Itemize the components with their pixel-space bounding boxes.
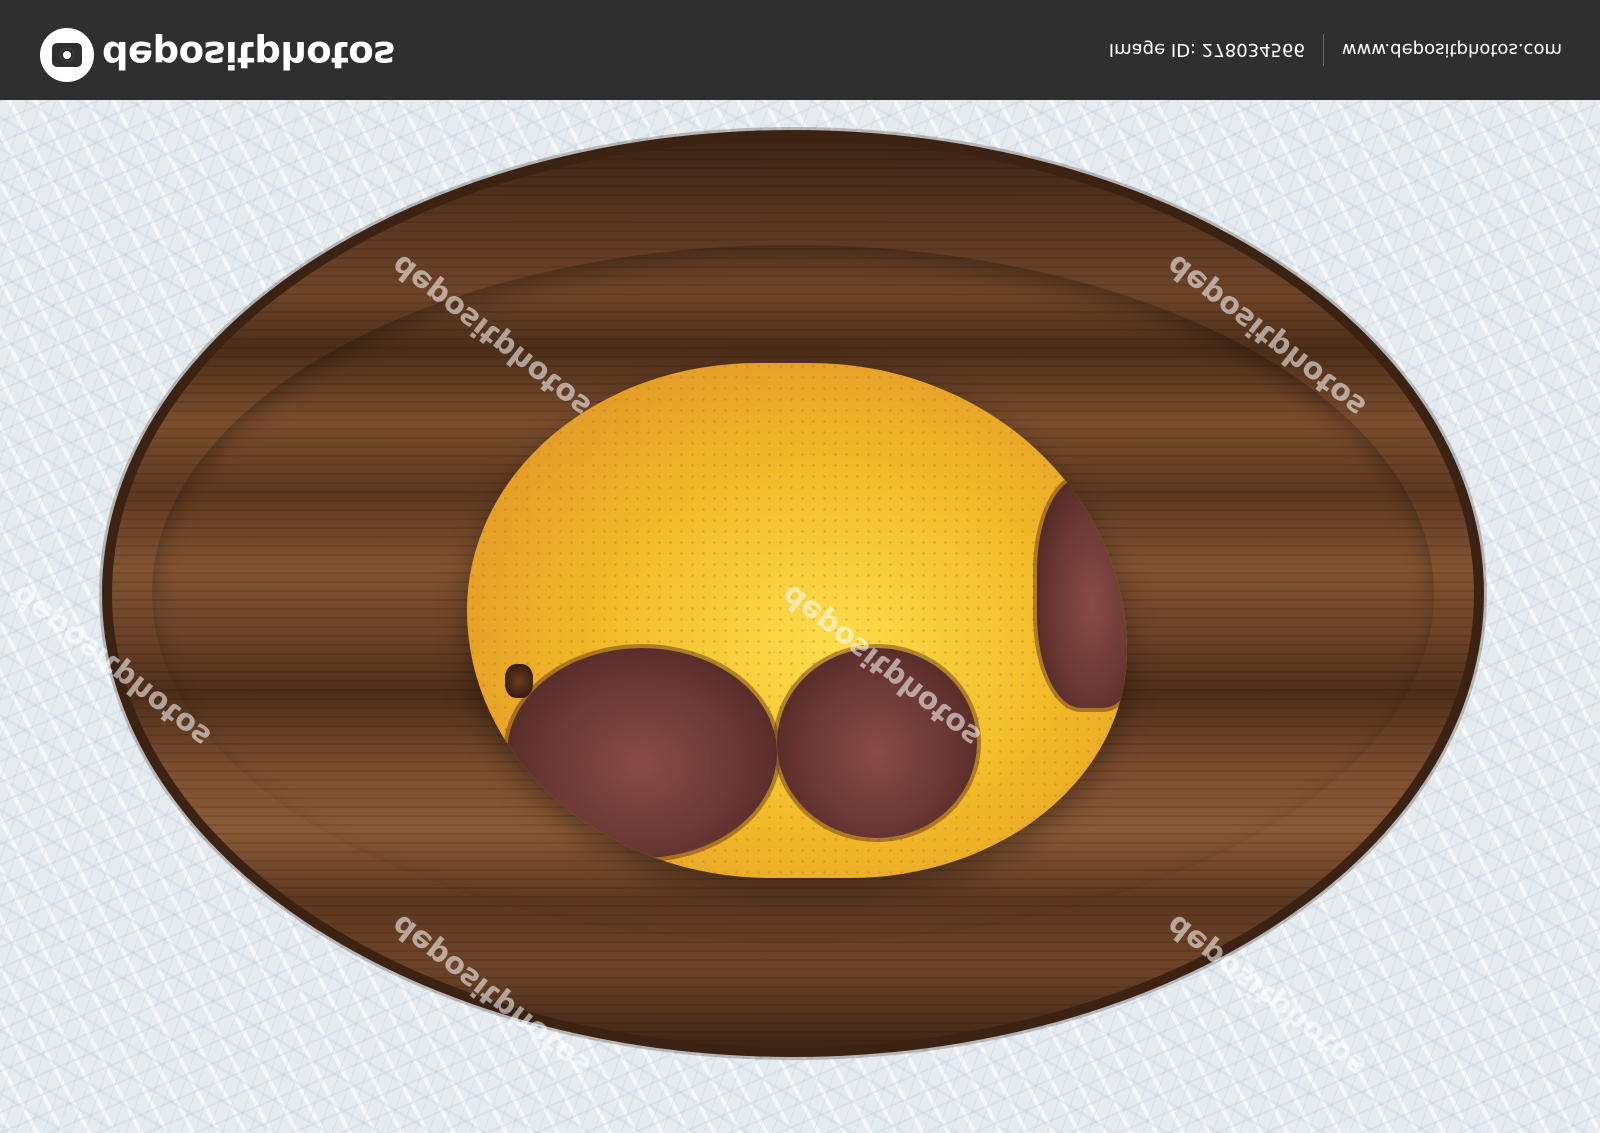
pear-bruise xyxy=(507,648,777,858)
brand-logo[interactable]: depositphotos xyxy=(40,28,395,82)
pear-bruise xyxy=(1037,478,1127,708)
pear-stem xyxy=(505,664,533,698)
divider xyxy=(1322,34,1324,66)
camera-icon xyxy=(40,28,94,82)
image-id: Image ID: 278034566 xyxy=(1108,39,1305,61)
brand-bar: depositphotos Image ID: 278034566 www.de… xyxy=(0,0,1600,100)
stock-photo-preview: depositphotos depositphotos depositphoto… xyxy=(0,0,1600,1133)
brand-info: Image ID: 278034566 www.depositphotos.co… xyxy=(1109,34,1562,66)
photo: depositphotos depositphotos depositphoto… xyxy=(0,100,1600,1133)
brand-name: depositphotos xyxy=(102,33,395,77)
watermark: depositphotos xyxy=(1159,907,1373,1084)
site-url[interactable]: www.depositphotos.com xyxy=(1342,40,1562,61)
